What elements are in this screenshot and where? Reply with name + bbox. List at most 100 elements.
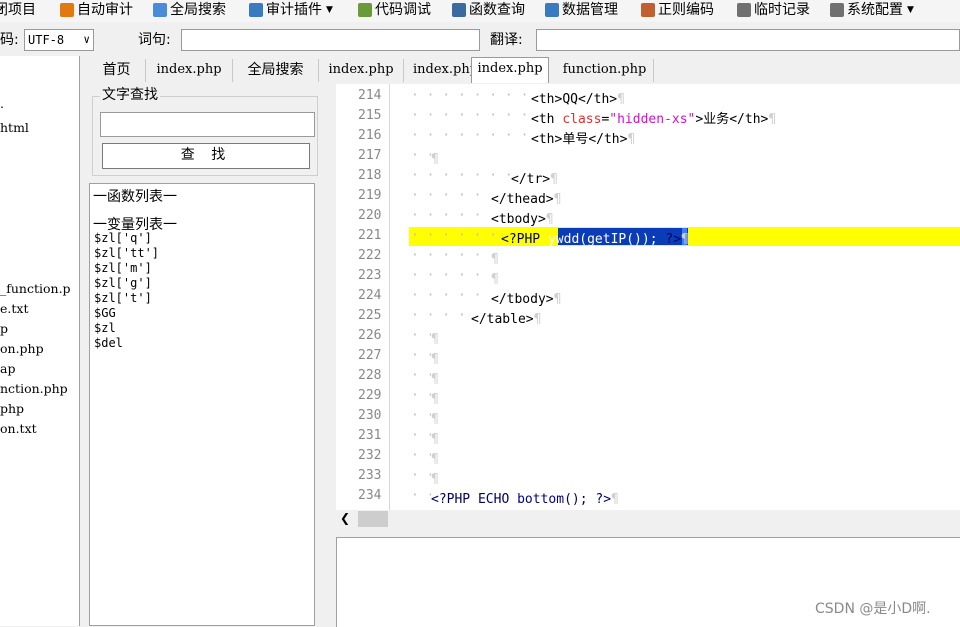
paragraph-mark-icon: ¶ bbox=[553, 292, 562, 307]
toolbar-button-3[interactable]: 审计插件 ▼ bbox=[249, 0, 333, 20]
whitespace-marker: · · · · · · · · · · · · bbox=[411, 108, 529, 123]
line-number: 233 bbox=[358, 468, 382, 483]
toolbar-button-6[interactable]: 数据管理 bbox=[545, 0, 618, 20]
translate-input[interactable] bbox=[536, 29, 960, 51]
toolbar-button-2[interactable]: 全局搜索 bbox=[153, 0, 226, 20]
encoding-select[interactable]: UTF-8 ∨ bbox=[24, 29, 94, 51]
paragraph-mark-icon: ¶ bbox=[431, 152, 439, 167]
variable-item[interactable]: $zl['q'] bbox=[94, 232, 152, 244]
tab-3[interactable]: index.php bbox=[319, 59, 404, 82]
line-number: 223 bbox=[358, 268, 382, 283]
paragraph-mark-icon: ¶ bbox=[431, 352, 439, 367]
code-line: · · · · · · · · · · · · <th>单号</th>¶ bbox=[411, 128, 635, 147]
whitespace-marker: · · bbox=[411, 468, 431, 483]
paragraph-mark-icon: ¶ bbox=[545, 212, 554, 227]
tree-item[interactable]: on.txt bbox=[0, 421, 37, 436]
code-token: bottom bbox=[517, 492, 565, 507]
tree-item[interactable]: html bbox=[0, 120, 29, 135]
toolbar-button-0[interactable]: 闭项目 bbox=[0, 0, 36, 20]
tab-0[interactable]: 首页 bbox=[88, 59, 146, 82]
tree-item[interactable]: _function.p bbox=[0, 281, 71, 296]
line-number: 234 bbox=[358, 488, 382, 503]
tree-item[interactable]: on.php bbox=[0, 341, 44, 356]
variable-item[interactable]: $zl['t'] bbox=[94, 292, 152, 304]
variable-item[interactable]: $zl bbox=[94, 322, 116, 334]
code-line: · · · · · · · · · · · · <th>QQ</th>¶ bbox=[411, 88, 625, 107]
code-line: · · · · · · · · · <?PHP ywdd(getIP()); ?… bbox=[411, 228, 689, 247]
debug-icon bbox=[358, 3, 372, 17]
find-button[interactable]: 查 找 bbox=[102, 143, 310, 169]
paragraph-mark-icon: ¶ bbox=[611, 492, 619, 507]
toolbar: 闭项目 自动审计 全局搜索 审计插件 ▼ 代码调试 函数查询 数据管理 正则编码 临时记录 系统配置… bbox=[0, 0, 960, 22]
tab-1[interactable]: index.php bbox=[146, 59, 233, 82]
function-list-header: 一函数列表一 bbox=[93, 189, 177, 205]
text-search-legend: 文字查找 bbox=[100, 86, 160, 104]
code-line: · · · · · · </table>¶ bbox=[411, 308, 541, 327]
code-line: · · ¶ bbox=[411, 148, 439, 167]
line-number: 226 bbox=[358, 328, 382, 343]
variable-item[interactable]: $GG bbox=[94, 307, 116, 319]
scroll-thumb[interactable] bbox=[358, 511, 388, 527]
function-variable-list[interactable]: 一函数列表一 一变量列表一 $zl['q'] $zl['tt'] $zl['m'] $… bbox=[89, 183, 315, 626]
toolbar-button-label: 临时记录 bbox=[754, 2, 810, 18]
paragraph-mark-icon: ¶ bbox=[431, 372, 439, 387]
tree-item[interactable]: php bbox=[0, 401, 24, 416]
code-token: (); ?> bbox=[564, 492, 612, 507]
whitespace-marker: · · bbox=[411, 148, 431, 163]
code-token: </tr> bbox=[511, 172, 551, 187]
code-token: </table> bbox=[471, 312, 534, 327]
line-number: 232 bbox=[358, 448, 382, 463]
tree-item[interactable]: . bbox=[0, 96, 4, 111]
code-token: <th bbox=[531, 112, 563, 127]
plugin-icon bbox=[249, 3, 263, 17]
translate-label: 翻译: bbox=[490, 32, 523, 48]
code-line: · · ¶ bbox=[411, 388, 439, 407]
paragraph-mark-icon: ¶ bbox=[550, 172, 558, 187]
whitespace-marker: · · bbox=[411, 448, 431, 463]
gear-icon bbox=[830, 3, 844, 17]
horizontal-scrollbar[interactable] bbox=[336, 510, 960, 528]
code-token: class bbox=[562, 112, 602, 127]
word-input[interactable] bbox=[181, 29, 480, 51]
encoding-value: UTF-8 bbox=[28, 33, 65, 47]
paragraph-mark-icon: ¶ bbox=[617, 92, 625, 107]
tab-5[interactable]: index.php bbox=[471, 57, 549, 83]
whitespace-marker: · · · · · · · · bbox=[411, 288, 491, 303]
tab-6[interactable]: function.php bbox=[556, 59, 654, 82]
code-line: · · ¶ bbox=[411, 348, 439, 367]
toolbar-button-7[interactable]: 正则编码 bbox=[641, 0, 714, 20]
tab-2[interactable]: 全局搜索 bbox=[233, 59, 319, 82]
paragraph-mark-icon: ¶ bbox=[681, 232, 689, 247]
variable-item[interactable]: $zl['tt'] bbox=[94, 247, 159, 259]
code-token: <?PHP ECHO bbox=[431, 492, 518, 507]
tree-item[interactable]: ap bbox=[0, 361, 15, 376]
toolbar-button-label: 自动审计 bbox=[77, 2, 133, 18]
whitespace-marker: · · bbox=[411, 348, 431, 363]
variable-item[interactable]: $zl['g'] bbox=[94, 277, 152, 289]
variable-item[interactable]: $del bbox=[94, 337, 123, 349]
toolbar-button-label: 审计插件 bbox=[266, 2, 322, 18]
toolbar-button-5[interactable]: 函数查询 bbox=[452, 0, 525, 20]
scroll-left-icon[interactable]: ❮ bbox=[340, 511, 350, 525]
toolbar-button-4[interactable]: 代码调试 bbox=[358, 0, 431, 20]
code-line: · · · · · · · · · · </tr>¶ bbox=[411, 168, 558, 187]
code-line: · · · · · · · · <tbody>¶ bbox=[411, 208, 554, 227]
search-input[interactable] bbox=[100, 112, 315, 137]
code-token: QQ bbox=[562, 92, 578, 107]
whitespace-marker: · · bbox=[411, 328, 431, 343]
paragraph-mark-icon: ¶ bbox=[491, 252, 499, 267]
toolbar-button-9[interactable]: 系统配置 ▼ bbox=[830, 0, 914, 20]
code-line: · · ¶ bbox=[411, 468, 439, 487]
variable-item[interactable]: $zl['m'] bbox=[94, 262, 152, 274]
paragraph-mark-icon: ¶ bbox=[431, 332, 439, 347]
tree-item[interactable]: nction.php bbox=[0, 381, 68, 396]
whitespace-marker: · · bbox=[411, 408, 431, 423]
tree-item[interactable]: p bbox=[0, 321, 8, 336]
regex-icon bbox=[641, 3, 655, 17]
file-tree[interactable]: . html _function.p e.txt p on.php ap nction.php… bbox=[0, 56, 80, 626]
toolbar-button-1[interactable]: 自动审计 bbox=[60, 0, 133, 20]
tree-item[interactable]: e.txt bbox=[0, 301, 28, 316]
data-icon bbox=[545, 3, 559, 17]
whitespace-marker: · · bbox=[411, 368, 431, 383]
toolbar-button-8[interactable]: 临时记录 bbox=[737, 0, 810, 20]
